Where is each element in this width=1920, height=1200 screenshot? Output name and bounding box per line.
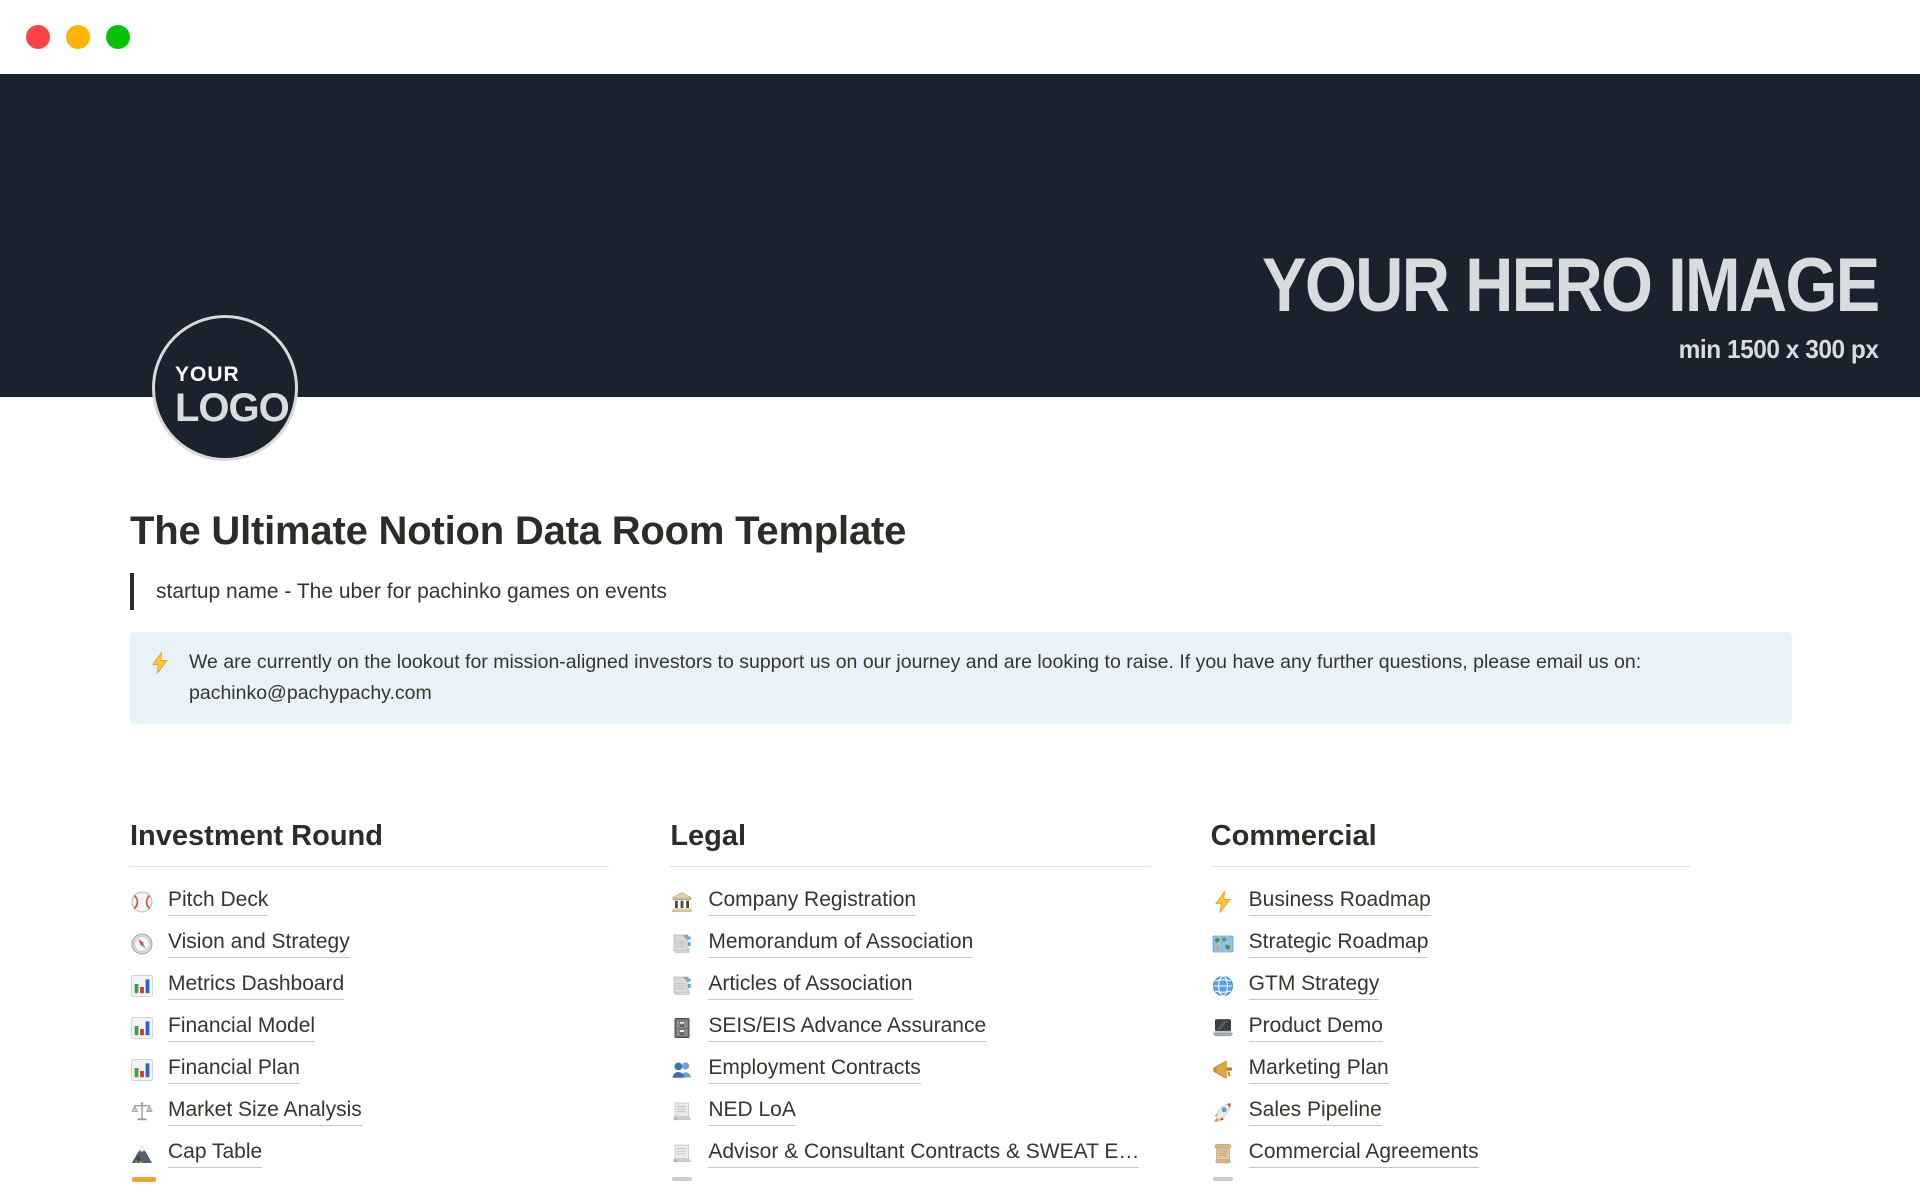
callout-message: We are currently on the lookout for miss… [189,651,1641,673]
baseball-icon [130,890,154,914]
column-divider [1211,866,1690,867]
page-link-label: Advisor & Consultant Contracts & SWEAT E… [708,1140,1139,1168]
page-link-label: Company Registration [708,888,916,916]
lightning-icon [148,651,172,675]
globe-icon [1211,974,1235,998]
page-link-marketing-plan[interactable]: Marketing Plan [1211,1049,1690,1091]
page-link-advisor-consultant-contracts[interactable]: Advisor & Consultant Contracts & SWEAT E… [670,1133,1149,1175]
columns-section: Investment Round Pitch Deck Vision and S… [130,820,1690,1181]
column-legal: Legal Company Registration Memorandum of… [670,820,1149,1181]
compass-icon [130,932,154,956]
page-link-label: Marketing Plan [1249,1056,1389,1084]
hero-size-hint: min 1500 x 300 px [1220,334,1878,365]
page-link-label: Sales Pipeline [1249,1098,1382,1126]
scroll-icon [1211,1142,1235,1166]
page-link-seis-eis-advance-assurance[interactable]: SEIS/EIS Advance Assurance [670,1007,1149,1049]
page-link-label: Business Roadmap [1249,888,1431,916]
page-link-label: Pitch Deck [168,888,268,916]
page-link-label: Employment Contracts [708,1056,920,1084]
column-divider [130,866,609,867]
balance-scale-icon [130,1100,154,1124]
page-link-gtm-strategy[interactable]: GTM Strategy [1211,965,1690,1007]
window-zoom-button[interactable] [106,25,130,49]
clipped-next-item-icon [132,1177,156,1182]
page-link-label: SEIS/EIS Advance Assurance [708,1014,986,1042]
page-link-label: GTM Strategy [1249,972,1380,1000]
page-link-financial-plan[interactable]: Financial Plan [130,1049,609,1091]
rocket-icon [1211,1100,1235,1124]
bar-chart-icon [130,1016,154,1040]
mountain-icon [130,1142,154,1166]
window-close-button[interactable] [26,25,50,49]
clipped-next-item-icon [672,1177,692,1181]
page-link-label: Financial Plan [168,1056,300,1084]
page-content: The Ultimate Notion Data Room Template s… [0,505,1792,1182]
lightning-icon [1211,890,1235,914]
page-link-employment-contracts[interactable]: Employment Contracts [670,1049,1149,1091]
window-titlebar [0,0,1920,74]
logo-text-line2: LOGO [175,388,295,428]
page-link-vision-and-strategy[interactable]: Vision and Strategy [130,923,609,965]
page-link-label: Cap Table [168,1140,262,1168]
bank-icon [670,890,694,914]
column-title: Investment Round [130,820,609,853]
page-link-label: Market Size Analysis [168,1098,362,1126]
page-link-label: Financial Model [168,1014,315,1042]
page-link-label: Strategic Roadmap [1249,930,1429,958]
page-link-label: Commercial Agreements [1249,1140,1479,1168]
page-link-commercial-agreements[interactable]: Commercial Agreements [1211,1133,1690,1175]
column-divider [670,866,1149,867]
column-investment-round: Investment Round Pitch Deck Vision and S… [130,820,609,1181]
laptop-icon [1211,1016,1235,1040]
page-link-product-demo[interactable]: Product Demo [1211,1007,1690,1049]
scroll-icon [670,1100,694,1124]
scroll-icon [670,1142,694,1166]
page-link-business-roadmap[interactable]: Business Roadmap [1211,881,1690,923]
people-icon [670,1058,694,1082]
page-link-label: NED LoA [708,1098,796,1126]
column-title: Commercial [1211,820,1690,853]
window-minimize-button[interactable] [66,25,90,49]
page-link-market-size-analysis[interactable]: Market Size Analysis [130,1091,609,1133]
callout-block: We are currently on the lookout for miss… [130,632,1792,724]
page-link-metrics-dashboard[interactable]: Metrics Dashboard [130,965,609,1007]
page-link-label: Articles of Association [708,972,912,1000]
bar-chart-icon [130,1058,154,1082]
column-commercial: Commercial Business Roadmap Strategic Ro… [1211,820,1690,1181]
page-logo: YOUR LOGO [152,315,298,461]
callout-email: pachinko@pachypachy.com [189,678,1641,709]
page-link-strategic-roadmap[interactable]: Strategic Roadmap [1211,923,1690,965]
page-link-pitch-deck[interactable]: Pitch Deck [130,881,609,923]
page-link-memorandum-of-association[interactable]: Memorandum of Association [670,923,1149,965]
page-link-cap-table[interactable]: Cap Table [130,1133,609,1175]
page-link-label: Vision and Strategy [168,930,350,958]
column-title: Legal [670,820,1149,853]
logo-text-line1: YOUR [175,364,295,385]
page-link-articles-of-association[interactable]: Articles of Association [670,965,1149,1007]
page-link-company-registration[interactable]: Company Registration [670,881,1149,923]
quote-block: startup name - The uber for pachinko gam… [130,573,1792,610]
world-map-icon [1211,932,1235,956]
page-link-label: Memorandum of Association [708,930,973,958]
callout-text: We are currently on the lookout for miss… [189,647,1641,709]
page-link-sales-pipeline[interactable]: Sales Pipeline [1211,1091,1690,1133]
page-link-label: Product Demo [1249,1014,1383,1042]
bookmark-tabs-icon [670,974,694,998]
megaphone-icon [1211,1058,1235,1082]
file-cabinet-icon [670,1016,694,1040]
clipped-next-item-icon [1213,1177,1233,1181]
bookmark-tabs-icon [670,932,694,956]
hero-title: YOUR HERO IMAGE [1262,248,1878,324]
page-link-ned-loa[interactable]: NED LoA [670,1091,1149,1133]
hero-placeholder-text: YOUR HERO IMAGE min 1500 x 300 px [1178,248,1879,365]
page-link-label: Metrics Dashboard [168,972,344,1000]
page-link-financial-model[interactable]: Financial Model [130,1007,609,1049]
bar-chart-icon [130,974,154,998]
page-title: The Ultimate Notion Data Room Template [130,505,1792,557]
